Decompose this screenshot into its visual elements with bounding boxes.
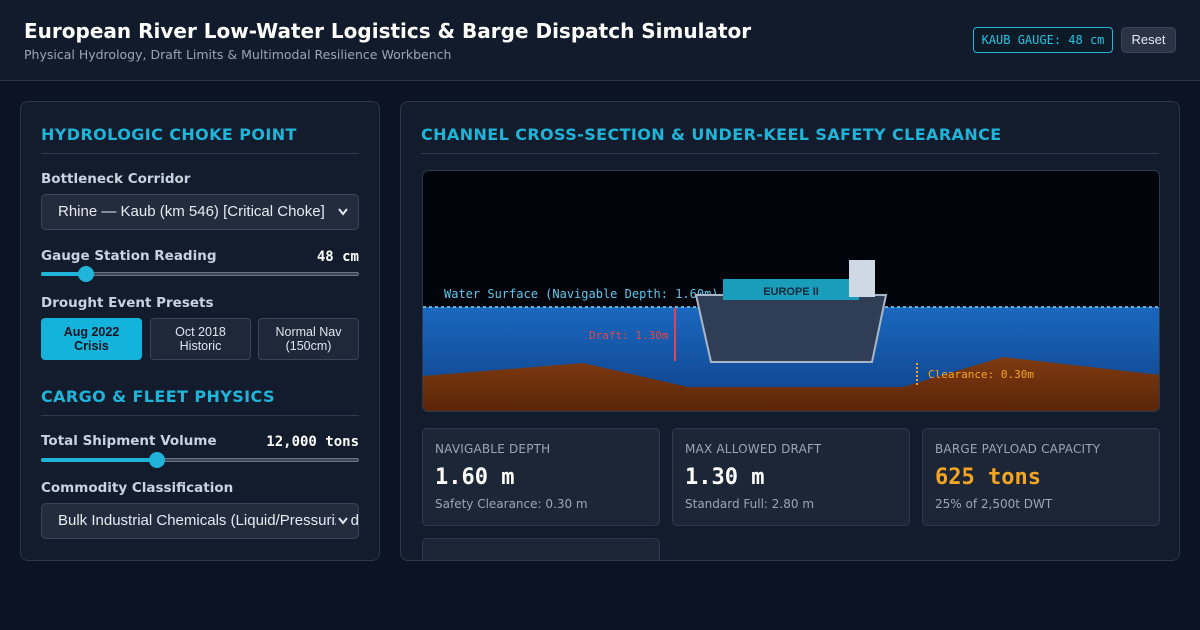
- preset-label-line: (150cm): [285, 339, 332, 353]
- channel-cross-section: Water Surface (Navigable Depth: 1.60m) E…: [422, 170, 1160, 412]
- chevron-down-icon: [338, 208, 348, 216]
- wheelhouse: [849, 260, 875, 297]
- gauge-status-badge: KAUB GAUGE: 48 cm: [973, 27, 1113, 53]
- clearance-label: Clearance: 0.30m: [928, 368, 1034, 381]
- volume-slider-thumb[interactable]: [149, 452, 166, 468]
- max-draft-card: MAX ALLOWED DRAFT 1.30 m Standard Full: …: [672, 428, 910, 526]
- card-value: 625 tons: [935, 465, 1041, 490]
- preset-label-line: Historic: [179, 339, 222, 353]
- app-title: European River Low-Water Logistics & Bar…: [24, 19, 752, 43]
- barge-hull: [694, 294, 888, 363]
- channel-scene: Water Surface (Navigable Depth: 1.60m) E…: [423, 260, 1159, 411]
- metric-card: [422, 538, 660, 560]
- preset-label-line: Aug 2022: [63, 325, 120, 339]
- visualization-panel: CHANNEL CROSS-SECTION & UNDER-KEEL SAFET…: [400, 101, 1180, 561]
- barge-vessel: EUROPE II: [694, 260, 888, 363]
- section-divider: [41, 415, 359, 416]
- shipment-volume-value: 12,000 tons: [266, 434, 359, 450]
- preset-button[interactable]: Oct 2018 Historic: [150, 318, 251, 360]
- gauge-reading-value: 48 cm: [316, 249, 359, 265]
- section-divider: [41, 153, 359, 154]
- navigable-depth-card: NAVIGABLE DEPTH 1.60 m Safety Clearance:…: [422, 428, 660, 526]
- commodity-select-value: Bulk Industrial Chemicals (Liquid/Pressu…: [58, 512, 359, 529]
- vessel-name: EUROPE II: [763, 286, 819, 298]
- cross-section-title: CHANNEL CROSS-SECTION & UNDER-KEEL SAFET…: [421, 125, 1002, 144]
- controls-panel: HYDROLOGIC CHOKE POINT Bottleneck Corrid…: [20, 101, 380, 561]
- card-value: 1.30 m: [685, 465, 765, 490]
- volume-slider-fill: [41, 458, 158, 462]
- corridor-select[interactable]: Rhine — Kaub (km 546) [Critical Choke]: [41, 194, 359, 230]
- corridor-label: Bottleneck Corridor: [41, 171, 191, 187]
- app-header: European River Low-Water Logistics & Bar…: [0, 0, 1200, 81]
- card-value: 1.60 m: [435, 465, 515, 490]
- chevron-down-icon: [336, 504, 350, 538]
- card-subtext: 25% of 2,500t DWT: [935, 497, 1053, 511]
- card-subtext: Standard Full: 2.80 m: [685, 497, 815, 511]
- section-divider: [421, 153, 1159, 154]
- reset-button[interactable]: Reset: [1121, 27, 1176, 53]
- preset-button[interactable]: Aug 2022 Crisis: [41, 318, 142, 360]
- commodity-label: Commodity Classification: [41, 480, 234, 496]
- preset-label: Normal Nav (150cm): [276, 325, 342, 353]
- gauge-slider-thumb[interactable]: [77, 266, 94, 282]
- card-label: MAX ALLOWED DRAFT: [685, 442, 822, 456]
- presets-label: Drought Event Presets: [41, 295, 214, 311]
- draft-label: Draft: 1.30m: [589, 329, 669, 342]
- preset-label-line: Crisis: [74, 339, 109, 353]
- preset-label-line: Oct 2018: [175, 325, 226, 339]
- water-surface-label: Water Surface (Navigable Depth: 1.60m): [444, 287, 719, 301]
- app-subtitle: Physical Hydrology, Draft Limits & Multi…: [24, 47, 452, 62]
- preset-button[interactable]: Normal Nav (150cm): [258, 318, 359, 360]
- shipment-volume-label: Total Shipment Volume: [41, 433, 217, 449]
- preset-label: Oct 2018 Historic: [175, 325, 226, 353]
- gauge-reading-label: Gauge Station Reading: [41, 248, 217, 264]
- preset-label: Aug 2022 Crisis: [64, 325, 120, 353]
- card-label: BARGE PAYLOAD CAPACITY: [935, 442, 1101, 456]
- commodity-select[interactable]: Bulk Industrial Chemicals (Liquid/Pressu…: [41, 503, 359, 539]
- cargo-section-title: CARGO & FLEET PHYSICS: [41, 387, 275, 406]
- card-label: NAVIGABLE DEPTH: [435, 442, 551, 456]
- hydrologic-section-title: HYDROLOGIC CHOKE POINT: [41, 125, 297, 144]
- preset-label-line: Normal Nav: [275, 325, 342, 339]
- card-subtext: Safety Clearance: 0.30 m: [435, 497, 588, 511]
- corridor-select-value: Rhine — Kaub (km 546) [Critical Choke]: [58, 203, 325, 220]
- payload-capacity-card: BARGE PAYLOAD CAPACITY 625 tons 25% of 2…: [922, 428, 1160, 526]
